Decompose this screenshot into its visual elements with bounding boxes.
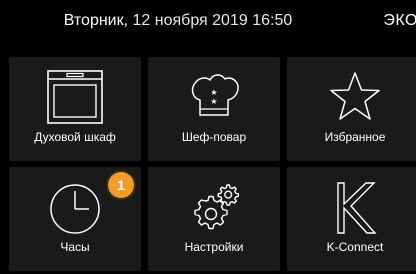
gears-icon [148, 177, 280, 237]
date-time-display: Вторник, 12 ноября 2019 16:50 [0, 12, 356, 30]
svg-text:★: ★ [210, 88, 217, 97]
k-connect-icon [287, 177, 416, 237]
svg-text:★: ★ [210, 97, 217, 106]
star-icon [287, 67, 416, 127]
tile-favorites[interactable]: Избранное [287, 57, 416, 161]
notification-badge: 1 [108, 172, 134, 198]
tile-clock[interactable]: 1 Часы [9, 167, 141, 271]
tile-oven[interactable]: Духовой шкаф [9, 57, 141, 161]
tile-clock-label: Часы [60, 240, 90, 254]
weekday-label: Вторник, [63, 12, 129, 29]
main-menu-grid: Духовой шкаф ★ ★ Шеф-повар Избранное 1 Ч… [9, 57, 416, 274]
tile-settings-label: Настройки [184, 240, 244, 254]
tile-favorites-label: Избранное [324, 130, 386, 144]
date-label: 12 ноября 2019 [132, 12, 248, 29]
chef-hat-icon: ★ ★ [148, 67, 280, 127]
eco-mode-indicator[interactable]: ЭКО [383, 12, 416, 30]
tile-k-connect-label: K-Connect [326, 240, 384, 254]
tile-settings[interactable]: Настройки [148, 167, 280, 271]
status-bar: Вторник, 12 ноября 2019 16:50 ЭКО [0, 0, 416, 50]
oven-icon [9, 67, 141, 127]
time-label: 16:50 [252, 12, 293, 29]
tile-oven-label: Духовой шкаф [34, 130, 116, 144]
tile-chef-label: Шеф-повар [181, 130, 247, 144]
tile-chef[interactable]: ★ ★ Шеф-повар [148, 57, 280, 161]
tile-k-connect[interactable]: K-Connect [287, 167, 416, 271]
